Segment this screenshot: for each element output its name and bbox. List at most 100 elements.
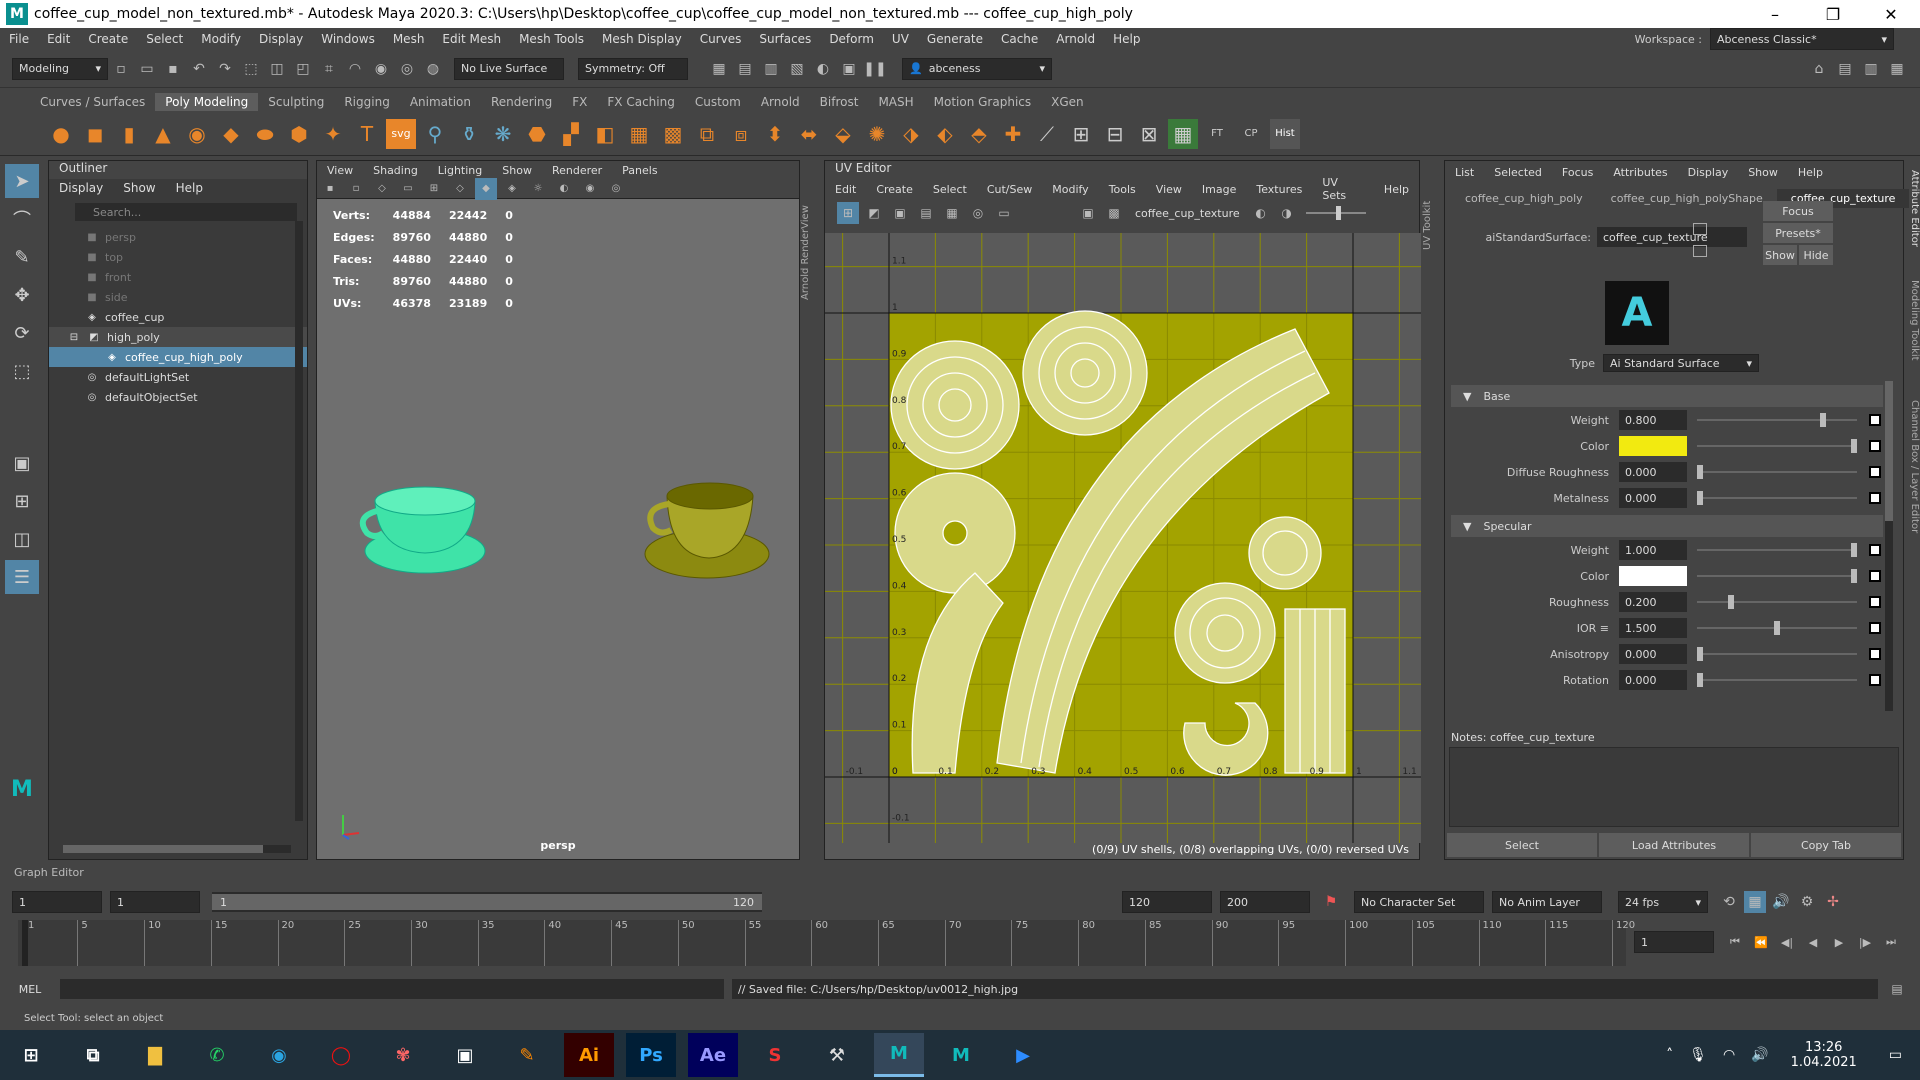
map-button-icon[interactable] <box>1869 544 1881 556</box>
outliner-item-coffee-cup-high-poly[interactable]: ◈ coffee_cup_high_poly <box>49 347 307 367</box>
uv-menu-cut-sew[interactable]: Cut/Sew <box>977 183 1042 196</box>
modeling-toolkit-tab[interactable]: Modeling Toolkit <box>1904 280 1920 370</box>
uv-checker-icon[interactable]: ▦ <box>941 202 963 224</box>
shelf-tab-sculpting[interactable]: Sculpting <box>258 93 334 111</box>
shelf-tab-rendering[interactable]: Rendering <box>481 93 562 111</box>
open-scene-icon[interactable]: ▭ <box>136 58 158 80</box>
poly-text-icon[interactable]: T <box>352 119 382 149</box>
smooth-shade-icon[interactable]: ◆ <box>475 177 497 200</box>
map-button-icon[interactable] <box>1869 674 1881 686</box>
viewport-menu-panels[interactable]: Panels <box>612 164 667 177</box>
maya-taskbar-icon[interactable]: M <box>874 1033 924 1077</box>
range-slider[interactable]: 1 120 <box>212 892 762 912</box>
slider-handle[interactable] <box>1697 491 1703 505</box>
snap-view-icon[interactable]: ◎ <box>396 58 418 80</box>
outliner-item-high-poly[interactable]: ⊟ ◩ high_poly <box>49 327 307 347</box>
map-button-icon[interactable] <box>1869 414 1881 426</box>
map-button-icon[interactable] <box>1869 570 1881 582</box>
multi-cut-icon[interactable]: ⬍ <box>760 119 790 149</box>
pause-icon[interactable]: ❚❚ <box>863 58 886 80</box>
play-forward-icon[interactable]: ▶ <box>1828 931 1850 953</box>
duplicate-face-icon[interactable]: ✚ <box>998 119 1028 149</box>
menu-uv[interactable]: UV <box>883 32 918 46</box>
uv-dim-image-icon[interactable]: ▩ <box>1103 202 1125 224</box>
go-to-end-icon[interactable]: ⏭ <box>1880 931 1902 953</box>
menu-help[interactable]: Help <box>1104 32 1149 46</box>
spec-roughness-field[interactable]: 0.200 <box>1619 592 1687 612</box>
target-weld-icon[interactable]: ⧈ <box>726 119 756 149</box>
anim-layer-dropdown[interactable]: No Anim Layer <box>1492 891 1602 913</box>
selected-cup-mesh[interactable] <box>347 461 507 591</box>
anim-prefs-icon[interactable]: ⚙ <box>1796 891 1818 913</box>
soft-select-icon[interactable]: ⟋ <box>1032 119 1062 149</box>
uv-menu-textures[interactable]: Textures <box>1246 183 1312 196</box>
circularize-icon[interactable]: ✺ <box>862 119 892 149</box>
poly-cylinder-icon[interactable]: ▮ <box>114 119 144 149</box>
super-shape-icon[interactable]: ✦ <box>318 119 348 149</box>
attr-menu-list[interactable]: List <box>1445 166 1484 179</box>
uv-menu-tools[interactable]: Tools <box>1099 183 1146 196</box>
outliner-item-top[interactable]: ■ top <box>49 247 307 267</box>
map-button-icon[interactable] <box>1869 596 1881 608</box>
outliner-search-input[interactable]: Search... <box>75 203 297 221</box>
ior-slider[interactable] <box>1697 621 1857 635</box>
substance-icon[interactable]: S <box>750 1033 800 1077</box>
fps-dropdown[interactable]: 24 fps ▾ <box>1618 891 1708 913</box>
map-button-icon[interactable] <box>1869 492 1881 504</box>
separate-icon[interactable]: ⚱ <box>454 119 484 149</box>
paint-select-icon[interactable]: ✎ <box>5 240 39 274</box>
textured-cup-mesh[interactable] <box>637 466 777 591</box>
viewport-menu-view[interactable]: View <box>317 164 363 177</box>
attr-menu-attributes[interactable]: Attributes <box>1603 166 1677 179</box>
shelf-tab-animation[interactable]: Animation <box>400 93 481 111</box>
photoshop-icon[interactable]: Ps <box>626 1033 676 1077</box>
graph-editor-label[interactable]: Graph Editor <box>14 866 84 879</box>
menu-windows[interactable]: Windows <box>312 32 384 46</box>
shelf-tab-bifrost[interactable]: Bifrost <box>810 93 869 111</box>
ipr-render-icon[interactable]: ▥ <box>760 58 782 80</box>
image-plane-icon[interactable]: ▭ <box>397 178 419 200</box>
file-explorer-icon[interactable]: ▇ <box>130 1033 180 1077</box>
select-tool-icon[interactable]: ➤ <box>5 164 39 198</box>
microphone-icon[interactable]: 🎙 <box>1689 1047 1707 1063</box>
rotation-field[interactable]: 0.000 <box>1619 670 1687 690</box>
char-control-icon[interactable]: ✢ <box>1822 891 1844 913</box>
step-back-key-icon[interactable]: ⏪ <box>1750 931 1772 953</box>
metalness-slider[interactable] <box>1697 491 1857 505</box>
select-button[interactable]: Select <box>1447 833 1597 857</box>
isolate-icon[interactable]: ◉ <box>579 178 601 200</box>
slider-handle[interactable] <box>1774 621 1780 635</box>
outliner-item-persp[interactable]: ■ persp <box>49 227 307 247</box>
viewport-menu-renderer[interactable]: Renderer <box>542 164 612 177</box>
shadows-icon[interactable]: ◐ <box>553 178 575 200</box>
shelf-tab-motion-graphics[interactable]: Motion Graphics <box>924 93 1042 111</box>
current-time-marker[interactable] <box>22 920 28 966</box>
uv-exposure-icon[interactable]: ◐ <box>1250 202 1272 224</box>
poly-platonic-icon[interactable]: ⬢ <box>284 119 314 149</box>
shelf-tab-fx[interactable]: FX <box>562 93 597 111</box>
slider-handle[interactable] <box>1697 647 1703 661</box>
select-component-icon[interactable]: ◰ <box>292 58 314 80</box>
anim-end-field[interactable]: 200 <box>1220 891 1310 913</box>
step-back-frame-icon[interactable]: ◀| <box>1776 931 1798 953</box>
uv-shell-disc-4[interactable] <box>1248 516 1322 590</box>
uv-exposure-slider[interactable] <box>1305 206 1366 220</box>
redo-icon[interactable]: ↷ <box>214 58 236 80</box>
poly-cube-icon[interactable]: ◼ <box>80 119 110 149</box>
windows-start-icon[interactable]: ⊞ <box>6 1033 56 1077</box>
smooth-icon[interactable]: ❋ <box>488 119 518 149</box>
uv-display-image-icon[interactable]: ▣ <box>1077 202 1099 224</box>
base-color-slider[interactable] <box>1697 439 1857 453</box>
channel-box-icon[interactable]: ▦ <box>1886 58 1908 80</box>
menu-edit-mesh[interactable]: Edit Mesh <box>433 32 510 46</box>
ppt-app-icon[interactable]: ✾ <box>378 1033 428 1077</box>
attr-tab-shape[interactable]: coffee_cup_high_polyShape <box>1597 189 1777 208</box>
uv-layout-icon[interactable]: ⊞ <box>1066 119 1096 149</box>
xray-icon[interactable]: ◎ <box>605 178 627 200</box>
uv-menu-image[interactable]: Image <box>1192 183 1246 196</box>
menu-edit[interactable]: Edit <box>38 32 79 46</box>
modeling-toolkit-icon[interactable]: ⌂ <box>1808 58 1830 80</box>
attribute-editor-icon[interactable]: ▤ <box>1834 58 1856 80</box>
menu-select[interactable]: Select <box>137 32 192 46</box>
bookmark-icon[interactable]: ◇ <box>371 178 393 200</box>
